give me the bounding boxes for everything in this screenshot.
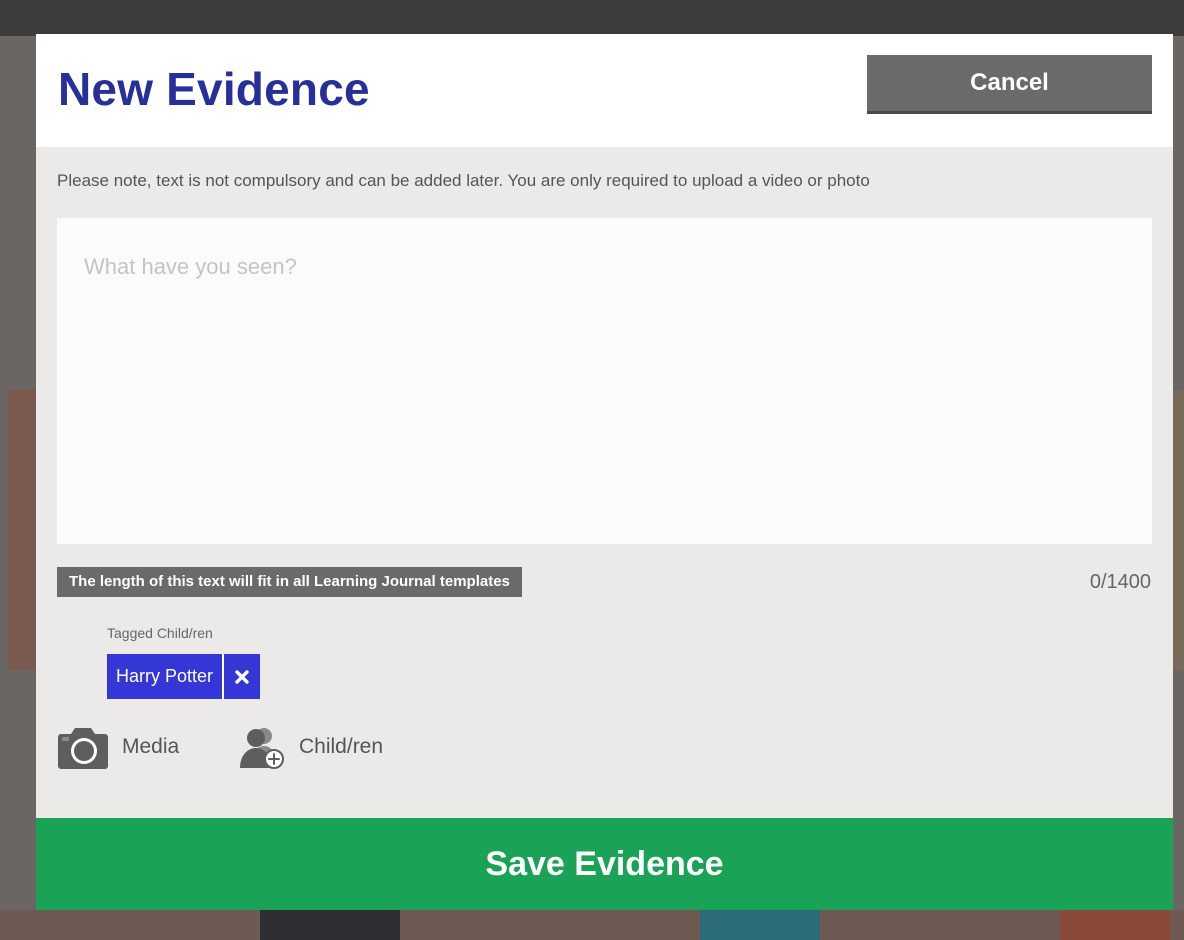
tagged-children-label: Tagged Child/ren [107,625,213,641]
modal-title: New Evidence [58,63,370,115]
children-label: Child/ren [299,735,384,758]
evidence-text-input[interactable] [57,218,1152,544]
modal-header: New Evidence Cancel [36,34,1173,147]
new-evidence-modal: New Evidence Cancel Please note, text is… [36,34,1173,910]
add-children-button[interactable]: Child/ren [234,724,383,770]
add-child-icon [240,728,284,769]
save-evidence-button[interactable]: Save Evidence [36,818,1173,910]
camera-icon [58,728,108,769]
add-media-button[interactable]: Media [57,724,179,770]
length-note-badge: The length of this text will fit in all … [57,567,522,597]
tag-chip-label: Harry Potter [116,666,214,686]
tag-chip: Harry Potter [107,654,261,699]
remove-tag-button[interactable] [222,654,260,699]
info-note: Please note, text is not compulsory and … [57,171,870,190]
close-icon [235,669,249,684]
cancel-button[interactable]: Cancel [867,55,1152,111]
media-label: Media [122,735,180,758]
character-counter: 0/1400 [1089,571,1151,593]
